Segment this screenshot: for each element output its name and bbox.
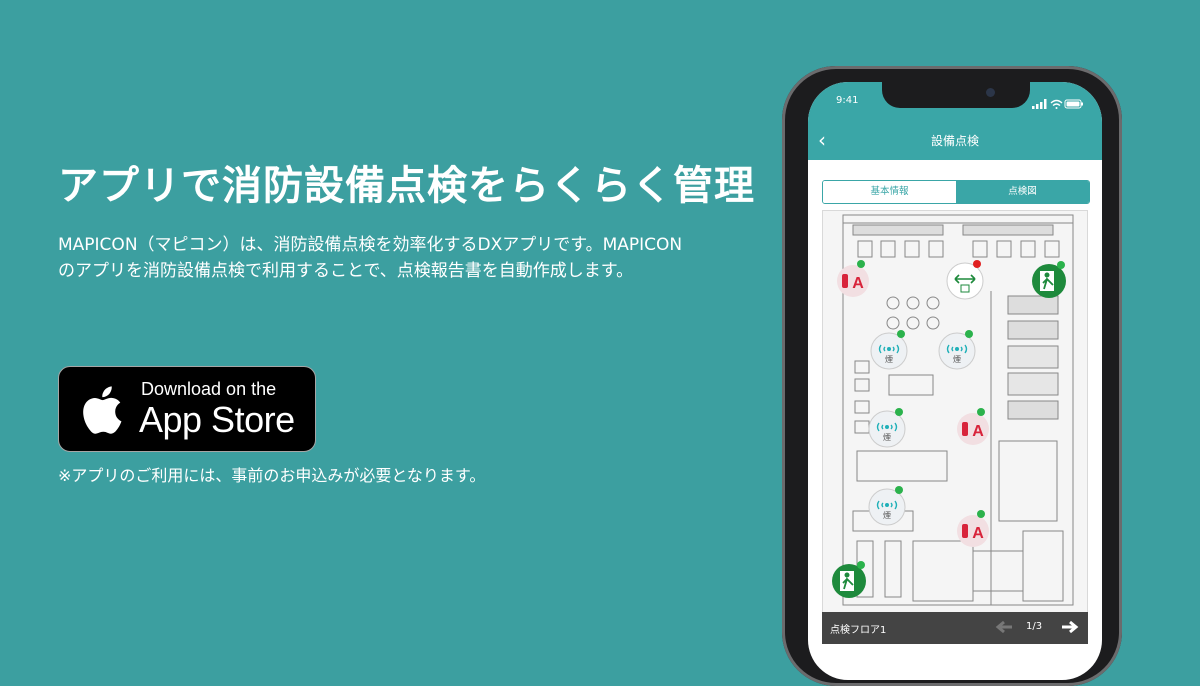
tab-inspection-map[interactable]: 点検図 <box>956 181 1089 203</box>
app-header: ‹ 設備点検 <box>808 122 1102 160</box>
arrow-left-icon[interactable] <box>994 619 1014 635</box>
smoke-detector-icon[interactable]: 煙 <box>868 408 906 448</box>
screen-title: 設備点検 <box>930 134 979 148</box>
app-store-badge[interactable]: Download on the App Store <box>58 366 316 452</box>
fire-extinguisher-icon[interactable]: A <box>957 408 989 445</box>
description: MAPICON（マピコン）は、消防設備点検を効率化するDXアプリです。MAPIC… <box>58 232 758 284</box>
smoke-label: 煙 <box>953 355 961 364</box>
extinguisher-label: A <box>972 423 984 440</box>
app-store-line-1: Download on the <box>141 379 277 399</box>
emergency-exit-icon[interactable] <box>832 561 866 598</box>
smoke-label: 煙 <box>885 355 893 364</box>
segmented-tabs: 基本情報 点検図 <box>822 180 1090 204</box>
smoke-label: 煙 <box>883 433 891 442</box>
phone-screen: 9:41 ‹ 設備点検 基本情報 点検図 A A A 煙 煙 煙 煙 点検フロア… <box>808 82 1102 680</box>
signup-note: ※アプリのご利用には、事前のお申込みが必要となります。 <box>58 466 486 485</box>
battery-icon <box>1064 99 1083 109</box>
page-indicator: 1/3 <box>1026 621 1043 632</box>
extinguisher-label: A <box>852 275 864 292</box>
smoke-detector-icon[interactable]: 煙 <box>938 330 976 370</box>
floor-name: 点検フロア1 <box>830 625 887 636</box>
smoke-detector-icon[interactable]: 煙 <box>870 330 908 370</box>
extinguisher-label: A <box>972 525 984 542</box>
smoke-detector-icon[interactable]: 煙 <box>868 486 906 526</box>
floor-bar: 点検フロア1 1/3 <box>822 612 1088 644</box>
floor-plan-drawing: A A A 煙 煙 煙 煙 <box>832 214 1074 606</box>
phone-notch <box>882 82 1030 108</box>
floor-map[interactable]: A A A 煙 煙 煙 煙 <box>822 210 1088 614</box>
apple-icon <box>83 386 122 434</box>
emergency-exit-icon[interactable] <box>1032 261 1066 298</box>
arrow-right-icon[interactable] <box>1060 619 1080 635</box>
headline: アプリで消防設備点検をらくらく管理 <box>58 163 755 209</box>
camera-dot <box>986 88 995 97</box>
status-icons <box>1032 95 1084 114</box>
description-line-1: MAPICON（マピコン）は、消防設備点検を効率化するDXアプリです。MAPIC… <box>58 235 683 255</box>
wifi-icon <box>1050 99 1063 109</box>
signal-icon <box>1032 99 1047 109</box>
fire-extinguisher-icon[interactable]: A <box>957 510 989 547</box>
phone-mockup: 9:41 ‹ 設備点検 基本情報 点検図 A A A 煙 煙 煙 煙 点検フロア… <box>782 66 1122 686</box>
fire-extinguisher-icon[interactable]: A <box>837 260 869 297</box>
status-time: 9:41 <box>836 95 859 106</box>
app-store-line-2: App Store <box>139 399 295 440</box>
exit-light-icon[interactable] <box>946 260 984 300</box>
smoke-label: 煙 <box>883 511 891 520</box>
tab-basic-info[interactable]: 基本情報 <box>823 181 956 203</box>
description-line-2: のアプリを消防設備点検で利用することで、点検報告書を自動作成します。 <box>58 261 634 281</box>
